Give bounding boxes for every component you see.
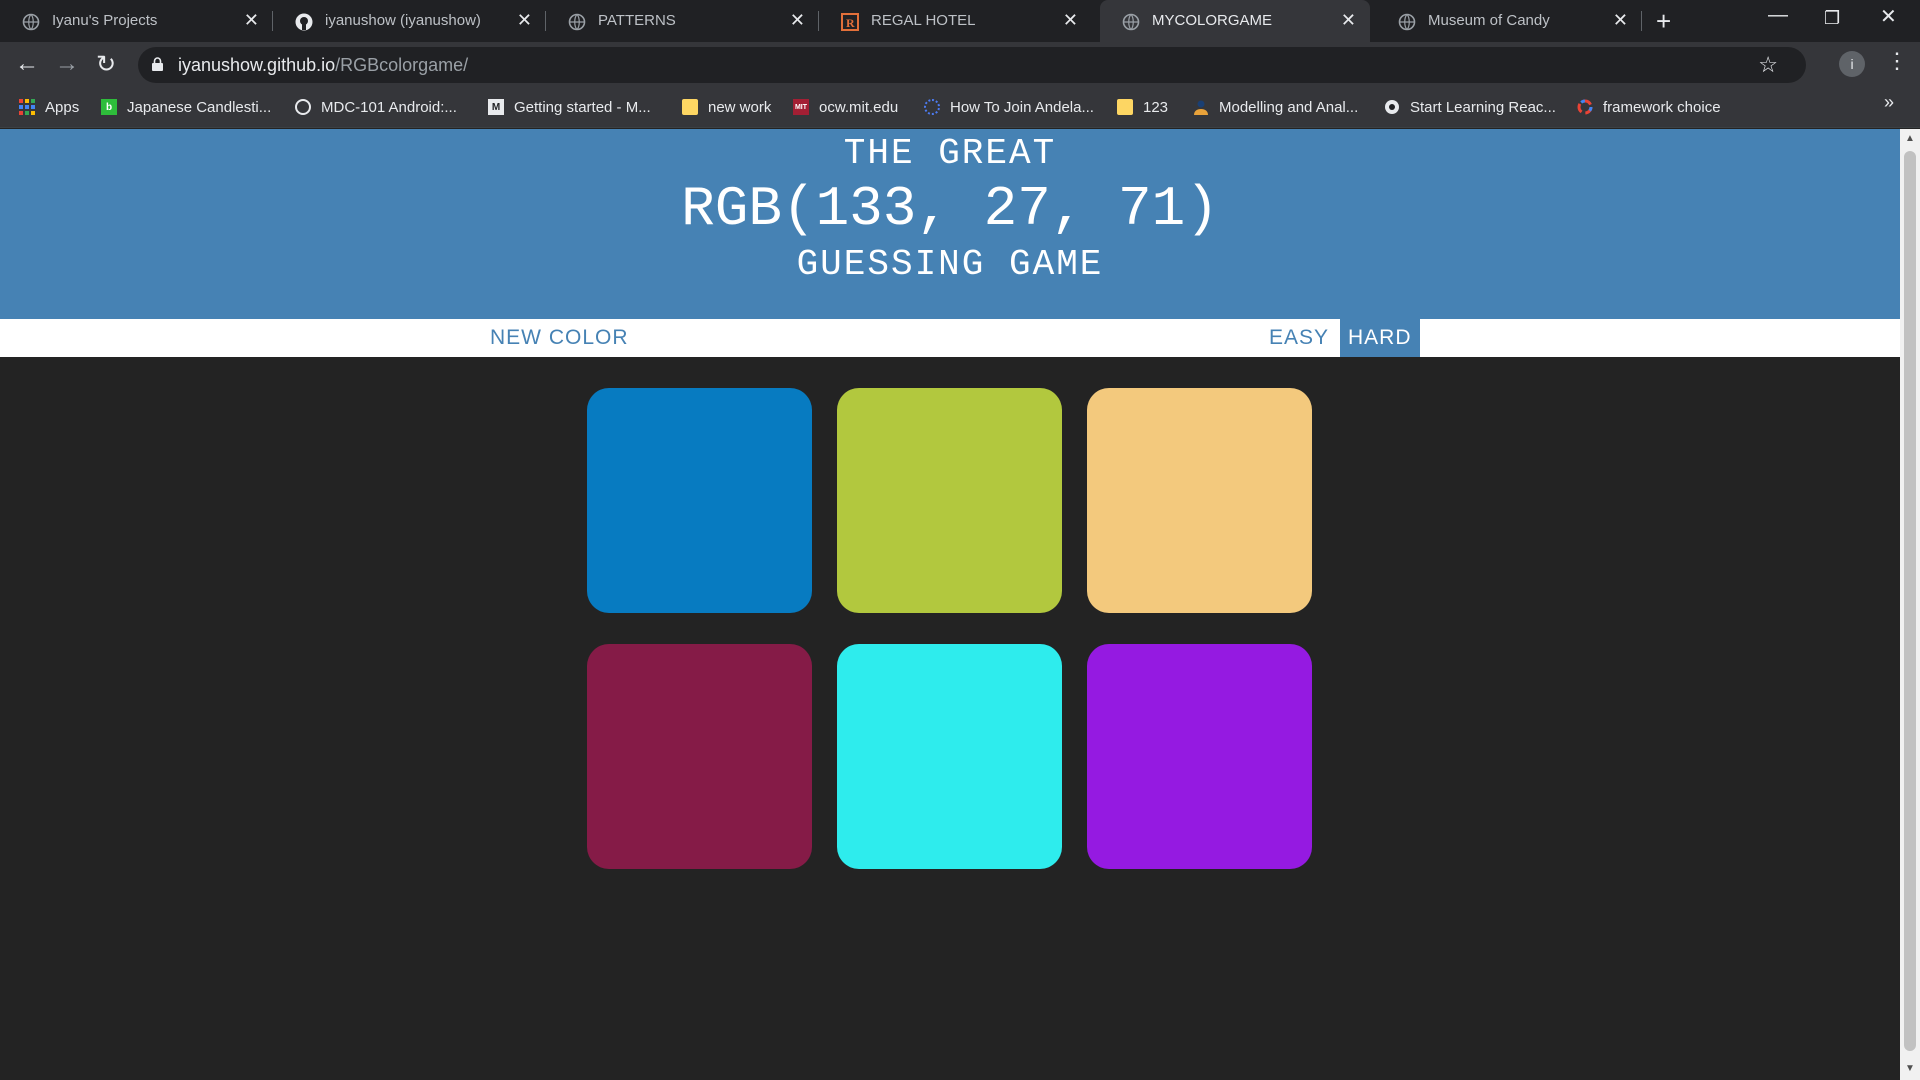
- codelabs-icon: [295, 99, 311, 115]
- medium-icon: M: [488, 99, 504, 115]
- new-tab-plus-icon[interactable]: +: [1656, 6, 1671, 37]
- bookmark-label: ocw.mit.edu: [819, 98, 899, 116]
- scrollbar-thumb[interactable]: [1904, 151, 1916, 1051]
- folder-icon: [682, 99, 698, 115]
- tab-title: REGAL HOTEL: [871, 12, 976, 29]
- tab-museum-of-candy[interactable]: Museum of Candy ✕: [1376, 0, 1642, 42]
- reload-icon[interactable]: ↻: [96, 50, 116, 79]
- svg-text:R: R: [846, 16, 855, 30]
- tab-title: Iyanu's Projects: [52, 12, 158, 29]
- tab-title: PATTERNS: [598, 12, 676, 29]
- bookmark-label: 123: [1143, 98, 1169, 116]
- restore-icon[interactable]: ❐: [1824, 8, 1840, 29]
- bookmark-apps[interactable]: Apps: [19, 97, 79, 117]
- bookmark-label: new work: [708, 98, 772, 116]
- game-header: THE GREAT RGB(133, 27, 71) GUESSING GAME: [0, 129, 1900, 319]
- target-color-display: RGB(133, 27, 71): [681, 177, 1219, 241]
- tab-title: MYCOLORGAME: [1152, 12, 1273, 29]
- bookmark-star-icon[interactable]: ☆: [1758, 52, 1778, 78]
- url-text: iyanushow.github.io/RGBcolorgame/: [178, 55, 468, 76]
- mit-ocw-icon: MIT: [793, 99, 809, 115]
- circle-icon: [1577, 99, 1593, 115]
- tab-separator: [1641, 11, 1642, 31]
- bookmark-label: Japanese Candlesti...: [127, 98, 272, 116]
- color-square[interactable]: [587, 644, 812, 869]
- bookmark-123[interactable]: 123: [1117, 97, 1168, 117]
- globe-icon: [22, 13, 40, 31]
- bookmark-label: MDC-101 Android:...: [321, 98, 457, 116]
- bookmark-new-work[interactable]: new work: [682, 97, 771, 117]
- color-square[interactable]: [837, 388, 1062, 613]
- forward-arrow-icon[interactable]: →: [55, 50, 79, 78]
- tab-iyanus-projects[interactable]: Iyanu's Projects ✕: [0, 0, 273, 42]
- title-top: THE GREAT: [843, 133, 1057, 174]
- globe-icon: [568, 13, 586, 31]
- close-icon[interactable]: ✕: [1341, 10, 1356, 31]
- b-icon: b: [101, 99, 117, 115]
- url-host: iyanushow.github.io: [178, 55, 336, 75]
- color-square[interactable]: [1087, 388, 1312, 613]
- bookmark-mdc-101[interactable]: MDC-101 Android:...: [295, 97, 457, 117]
- close-icon[interactable]: ✕: [244, 10, 259, 31]
- globe-icon: [1398, 13, 1416, 31]
- back-arrow-icon[interactable]: ←: [15, 50, 39, 78]
- bookmark-label: framework choice: [1603, 98, 1721, 116]
- bookmark-andela[interactable]: How To Join Andela...: [924, 97, 1094, 117]
- control-stripe: NEW COLOR EASY HARD: [0, 319, 1900, 357]
- easy-mode-button[interactable]: EASY: [1269, 319, 1329, 357]
- browser-toolbar: ← → ↻ iyanushow.github.io/RGBcolorgame/ …: [0, 42, 1920, 87]
- tab-title: iyanushow (iyanushow): [325, 12, 481, 29]
- color-square[interactable]: [1087, 644, 1312, 869]
- tab-mycolorgame[interactable]: MYCOLORGAME ✕: [1100, 0, 1370, 42]
- address-bar[interactable]: iyanushow.github.io/RGBcolorgame/ ☆: [138, 47, 1806, 83]
- page-viewport: THE GREAT RGB(133, 27, 71) GUESSING GAME…: [0, 129, 1900, 1080]
- andela-icon: [924, 99, 940, 115]
- close-icon[interactable]: ✕: [1063, 10, 1078, 31]
- bookmark-getting-started[interactable]: M Getting started - M...: [488, 97, 651, 117]
- globe-icon: [1122, 13, 1140, 31]
- close-icon[interactable]: ✕: [1613, 10, 1628, 31]
- window-close-icon[interactable]: ✕: [1880, 4, 1897, 29]
- profile-avatar[interactable]: i: [1839, 51, 1865, 77]
- tab-title: Museum of Candy: [1428, 12, 1550, 29]
- react-icon: [1384, 99, 1400, 115]
- bookmark-label: Apps: [45, 98, 80, 116]
- tab-regal-hotel[interactable]: R REGAL HOTEL ✕: [819, 0, 1092, 42]
- lock-icon: [152, 57, 163, 71]
- bookmarks-bar: Apps b Japanese Candlesti... MDC-101 And…: [0, 87, 1920, 128]
- bookmark-label: Start Learning Reac...: [1410, 98, 1556, 116]
- url-path: /RGBcolorgame/: [335, 55, 469, 75]
- bookmark-react[interactable]: Start Learning Reac...: [1384, 97, 1556, 117]
- minimize-icon[interactable]: —: [1768, 4, 1788, 27]
- new-color-button[interactable]: NEW COLOR: [490, 319, 629, 357]
- scroll-up-arrow-icon[interactable]: ▲: [1905, 133, 1915, 144]
- tab-github[interactable]: iyanushow (iyanushow) ✕: [273, 0, 546, 42]
- tab-strip: Iyanu's Projects ✕ iyanushow (iyanushow)…: [0, 0, 1920, 42]
- folder-icon: [1117, 99, 1133, 115]
- color-square[interactable]: [587, 388, 812, 613]
- person-icon: [1193, 99, 1209, 115]
- github-icon: [295, 13, 313, 31]
- kebab-menu-icon[interactable]: ⋮: [1886, 48, 1908, 74]
- bookmark-modelling[interactable]: Modelling and Anal...: [1193, 97, 1358, 117]
- bookmarks-overflow-icon[interactable]: »: [1884, 92, 1894, 113]
- close-icon[interactable]: ✕: [517, 10, 532, 31]
- bookmark-label: How To Join Andela...: [950, 98, 1094, 116]
- color-square[interactable]: [837, 644, 1062, 869]
- bookmark-ocw-mit[interactable]: MIT ocw.mit.edu: [793, 97, 898, 117]
- bookmark-label: Modelling and Anal...: [1219, 98, 1359, 116]
- close-icon[interactable]: ✕: [790, 10, 805, 31]
- bookmark-framework-choice[interactable]: framework choice: [1577, 97, 1721, 117]
- bookmark-label: Getting started - M...: [514, 98, 651, 116]
- apps-grid-icon: [19, 99, 35, 115]
- bookmark-japanese-candlesticks[interactable]: b Japanese Candlesti...: [101, 97, 271, 117]
- regal-r-icon: R: [841, 13, 859, 31]
- hard-mode-button[interactable]: HARD: [1340, 319, 1420, 357]
- vertical-scrollbar[interactable]: ▲ ▼: [1900, 129, 1920, 1080]
- scroll-down-arrow-icon[interactable]: ▼: [1905, 1063, 1915, 1074]
- tab-patterns[interactable]: PATTERNS ✕: [546, 0, 819, 42]
- title-bottom: GUESSING GAME: [796, 244, 1104, 285]
